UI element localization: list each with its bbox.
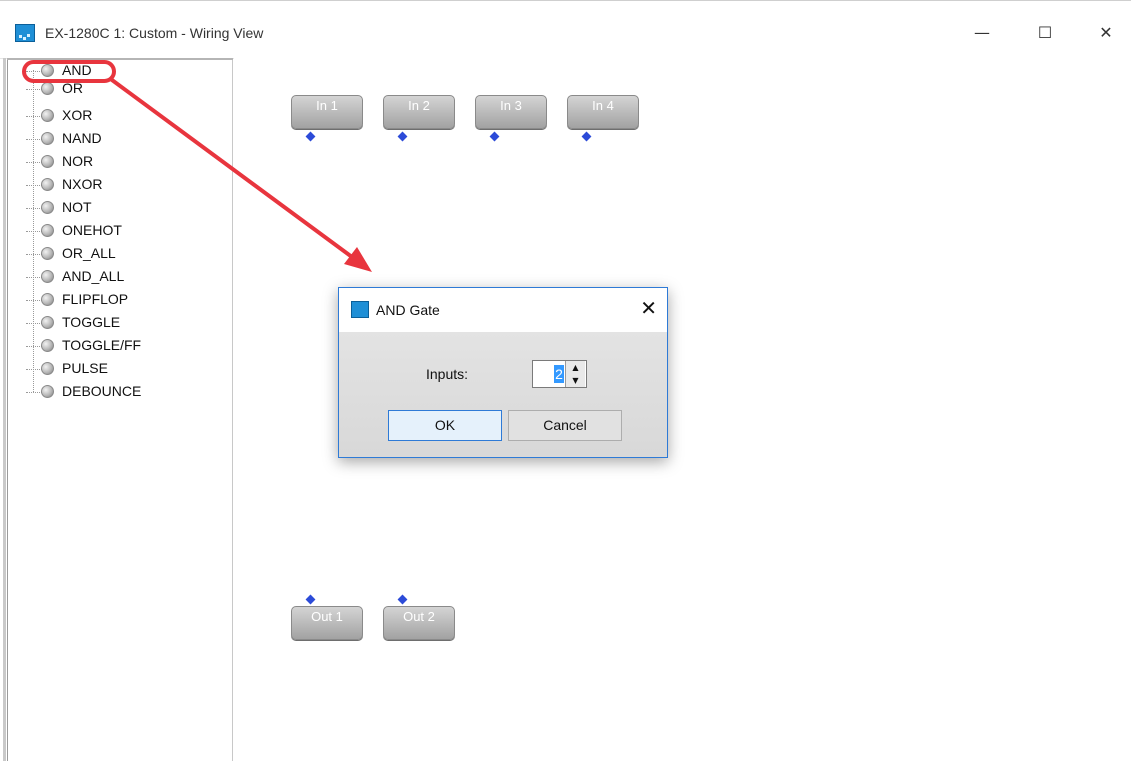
dialog-title: AND Gate xyxy=(376,302,440,318)
app-icon xyxy=(351,301,369,318)
inputs-value[interactable]: 2 xyxy=(554,365,564,383)
inputs-label: Inputs: xyxy=(426,366,469,382)
close-icon[interactable]: ✕ xyxy=(640,296,657,320)
dialog-titlebar: AND Gate ✕ xyxy=(339,288,667,332)
cancel-button[interactable]: Cancel xyxy=(508,410,622,441)
inputs-stepper[interactable]: 2 ▲ ▼ xyxy=(532,360,587,388)
spin-up-icon[interactable]: ▲ xyxy=(566,361,585,375)
dialog-body: Inputs: 2 ▲ ▼ OK Cancel xyxy=(339,332,667,457)
stepper-buttons: ▲ ▼ xyxy=(565,361,586,387)
ok-button[interactable]: OK xyxy=(388,410,502,441)
and-gate-dialog: AND Gate ✕ Inputs: 2 ▲ ▼ OK Cancel xyxy=(338,287,668,458)
spin-down-icon[interactable]: ▼ xyxy=(566,374,585,387)
